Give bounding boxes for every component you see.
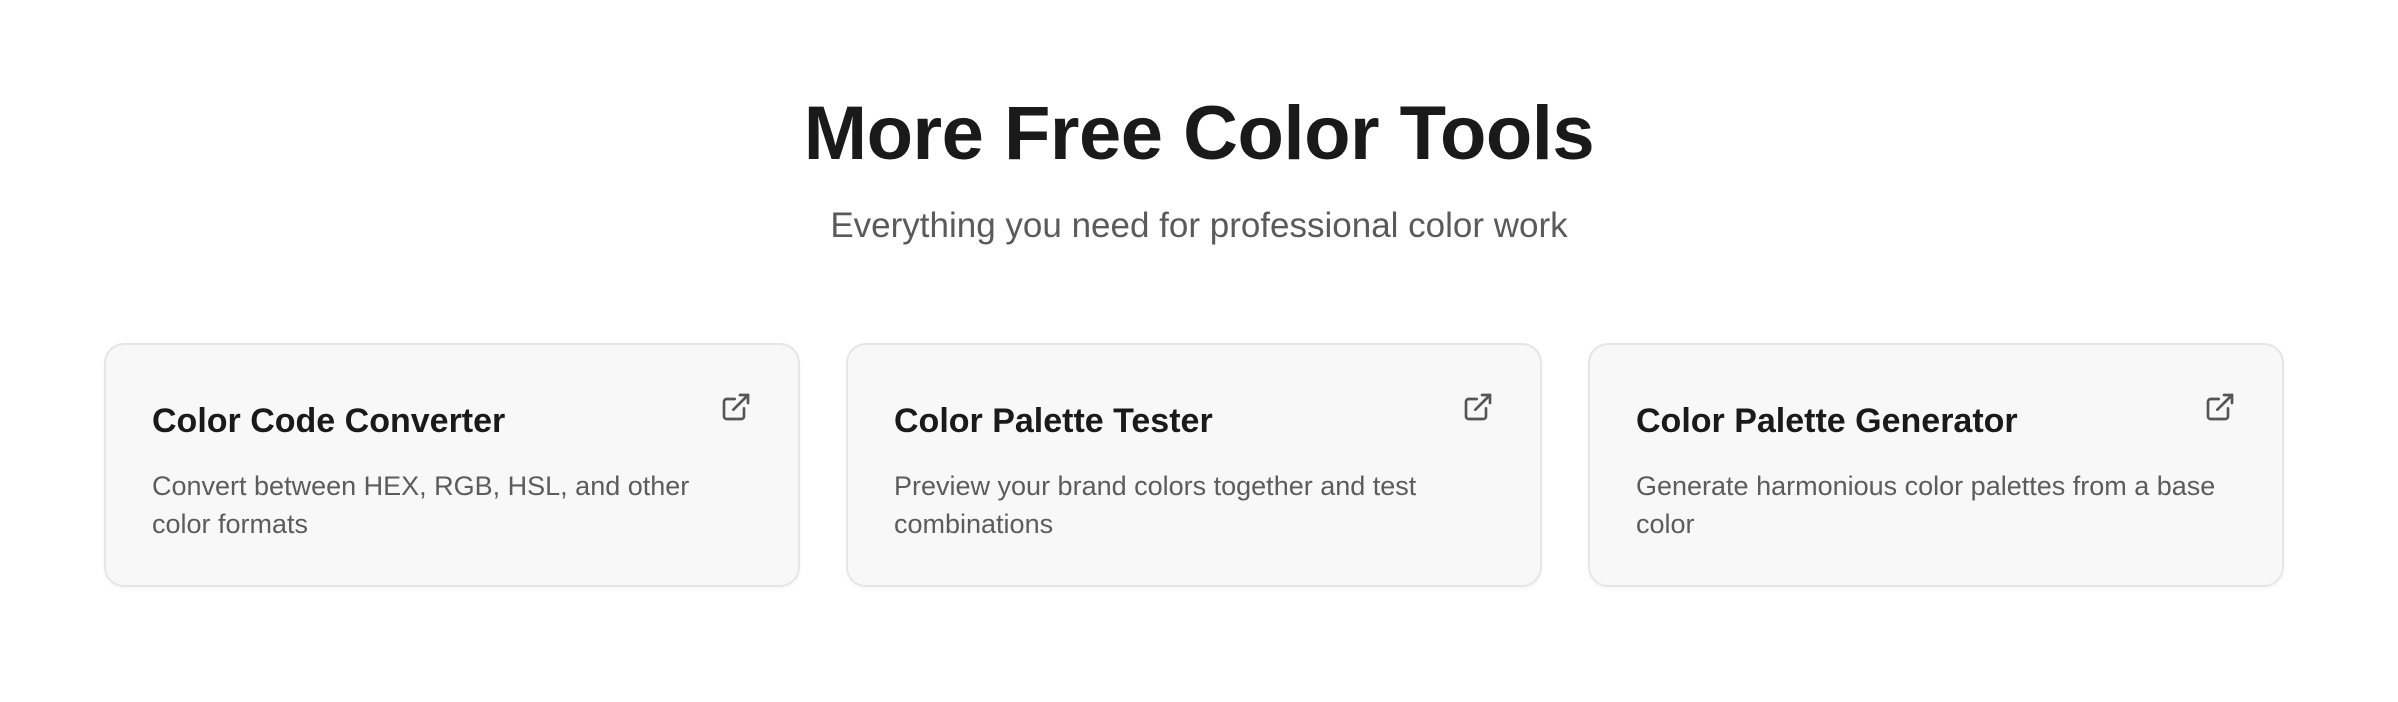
tool-card-color-palette-tester[interactable]: Color Palette Tester Preview your brand … xyxy=(846,343,1542,587)
card-title: Color Palette Tester xyxy=(894,402,1213,440)
more-tools-section: More Free Color Tools Everything you nee… xyxy=(0,0,2398,702)
card-description: Convert between HEX, RGB, HSL, and other… xyxy=(152,471,690,539)
external-link-icon xyxy=(720,391,752,423)
card-title: Color Palette Generator xyxy=(1636,402,2018,440)
tool-card-color-code-converter[interactable]: Color Code Converter Convert between HEX… xyxy=(104,343,800,587)
section-subtitle: Everything you need for professional col… xyxy=(830,206,1568,245)
card-description: Preview your brand colors together and t… xyxy=(894,471,1417,539)
card-title: Color Code Converter xyxy=(152,402,506,440)
card-description: Generate harmonious color palettes from … xyxy=(1636,471,2216,539)
section-title: More Free Color Tools xyxy=(803,91,1595,176)
external-link-icon xyxy=(1462,391,1494,423)
tool-card-color-palette-generator[interactable]: Color Palette Generator Generate harmoni… xyxy=(1588,343,2284,587)
external-link-icon xyxy=(2204,391,2236,423)
tool-cards: Color Code Converter Convert between HEX… xyxy=(104,343,2294,587)
